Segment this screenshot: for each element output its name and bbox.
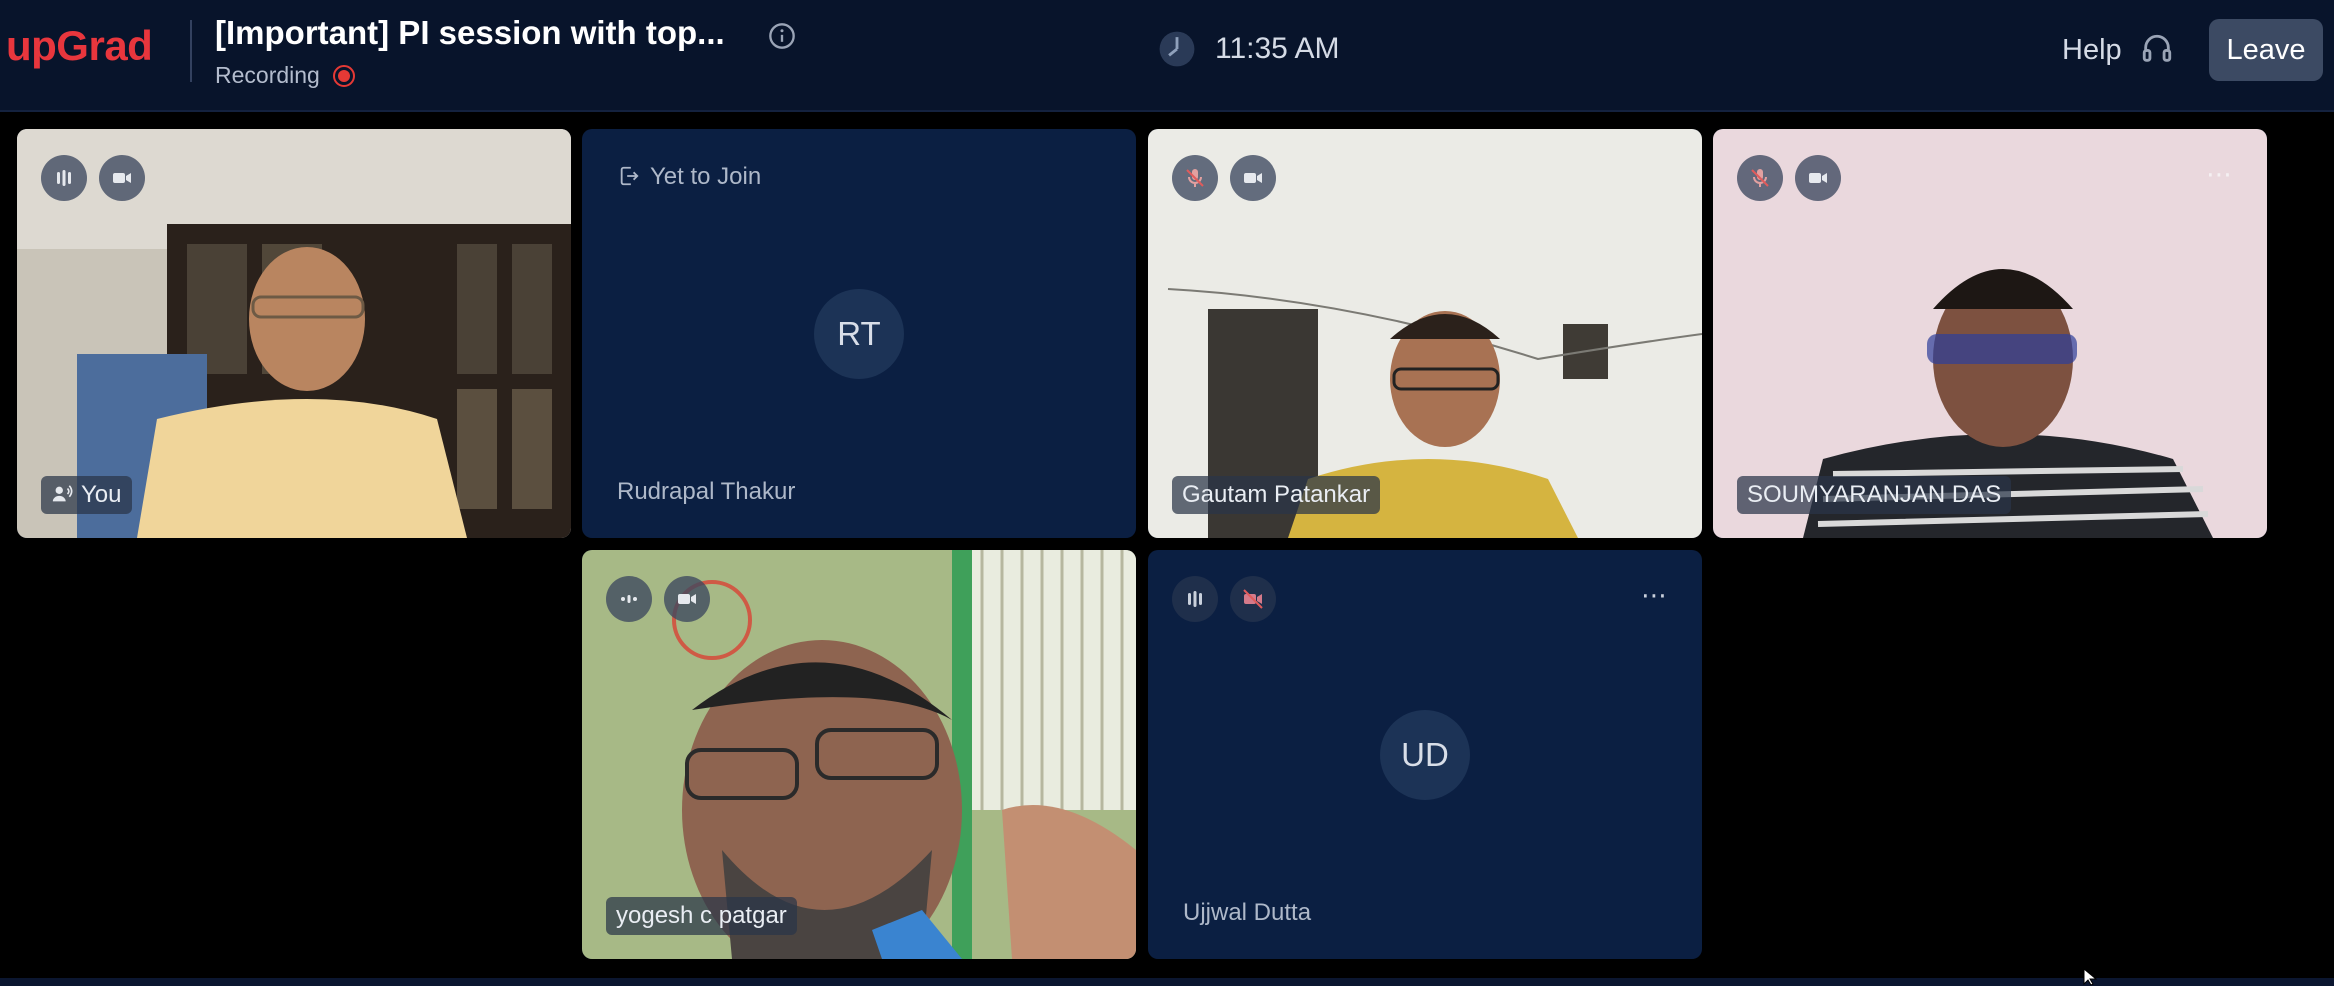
header-divider (190, 20, 192, 82)
participant-name: Ujjwal Dutta (1183, 899, 1312, 926)
participant-name-tag: You (41, 476, 132, 514)
participant-name: Rudrapal Thakur (617, 478, 796, 505)
top-bar: upGrad [Important] PI session with top..… (0, 0, 2334, 112)
headset-icon[interactable] (2140, 32, 2174, 66)
camera-button[interactable] (99, 155, 145, 201)
audio-level-button[interactable] (1172, 576, 1218, 622)
camera-icon (1809, 173, 1827, 183)
camera-button[interactable] (1795, 155, 1841, 201)
participant-name-tag: SOUMYARANJAN DAS (1737, 476, 2012, 514)
mic-muted-icon (1751, 169, 1769, 187)
participant-tile-you[interactable]: You (17, 129, 571, 538)
join-pending-icon (620, 166, 639, 186)
camera-icon (678, 594, 696, 604)
participant-tile-yogesh-c-patgar[interactable]: yogesh c patgar (582, 550, 1136, 959)
participant-tile-ujjwal-dutta[interactable]: ⋯ UD Ujjwal Dutta (1148, 550, 1702, 959)
participant-tile-gautam-patankar[interactable]: Gautam Patankar (1148, 129, 1702, 538)
camera-button[interactable] (1230, 155, 1276, 201)
yet-to-join-status: Yet to Join (618, 163, 761, 191)
yet-to-join-label: Yet to Join (650, 163, 762, 190)
upgrad-logo: upGrad (6, 22, 153, 69)
participant-name: Gautam Patankar (1182, 481, 1371, 508)
help-label[interactable]: Help (2062, 34, 2122, 67)
meeting-title: [Important] PI session with top... (215, 14, 725, 51)
participant-tile-soumyaranjan-das[interactable]: ⋯ SOUMYARANJAN DAS (1713, 129, 2267, 538)
camera-button[interactable] (664, 576, 710, 622)
speaker-icon (52, 485, 73, 502)
avatar: UD (1380, 710, 1470, 800)
clock-icon (1159, 31, 1195, 67)
participant-name: You (81, 481, 122, 508)
mic-muted-icon (1186, 169, 1204, 187)
speaking-indicator-button[interactable] (606, 576, 652, 622)
mouse-cursor-icon (2083, 968, 2098, 986)
leave-button[interactable]: Leave (2209, 19, 2323, 81)
mic-muted-button[interactable] (1737, 155, 1783, 201)
clock-time: 11:35 AM (1215, 32, 1340, 65)
camera-off-icon (1243, 589, 1263, 609)
mic-muted-button[interactable] (1172, 155, 1218, 201)
bottom-toolbar-edge (0, 978, 2334, 986)
audio-level-icon (1188, 591, 1202, 607)
recording-indicator-icon (333, 65, 355, 87)
more-options-icon[interactable]: ⋯ (2206, 159, 2233, 190)
participant-name-tag: Gautam Patankar (1172, 476, 1381, 514)
more-options-icon[interactable]: ⋯ (1641, 580, 1668, 611)
audio-level-button[interactable] (41, 155, 87, 201)
avatar: RT (814, 289, 904, 379)
camera-icon (1244, 173, 1262, 183)
participant-tile-rudrapal-thakur[interactable]: Yet to Join RT Rudrapal Thakur (582, 129, 1136, 538)
info-icon[interactable] (768, 22, 796, 50)
camera-icon (113, 173, 131, 183)
camera-off-button[interactable] (1230, 576, 1276, 622)
participant-name-tag: yogesh c patgar (606, 897, 797, 935)
audio-level-icon (57, 170, 71, 186)
participant-name: yogesh c patgar (616, 902, 787, 929)
speaking-indicator-icon (621, 595, 637, 603)
recording-label: Recording (215, 62, 320, 88)
participant-name: SOUMYARANJAN DAS (1747, 481, 2002, 508)
